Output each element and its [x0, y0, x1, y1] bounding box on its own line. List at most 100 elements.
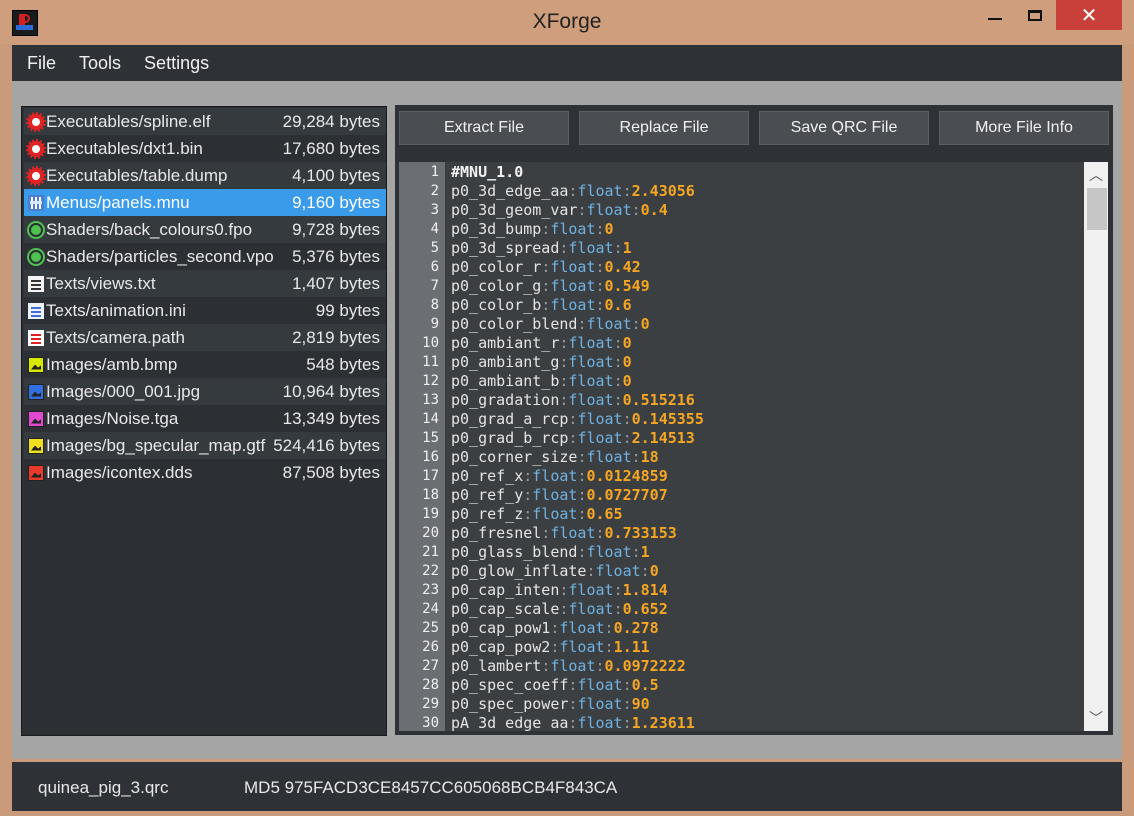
file-list-item[interactable]: Menus/panels.mnu 9,160 bytes [24, 189, 386, 216]
maximize-icon [1028, 9, 1042, 21]
status-bar: quinea_pig_3.qrc MD5 975FACD3CE8457CC605… [12, 762, 1122, 811]
line-number: 1 [430, 164, 439, 180]
scroll-up-icon[interactable]: ︿ [1084, 164, 1108, 186]
file-list-item[interactable]: Shaders/back_colours0.fpo 9,728 bytes [24, 216, 386, 243]
file-name: Texts/views.txt [46, 273, 156, 293]
file-size: 5,376 bytes [292, 246, 380, 266]
executable-icon [26, 165, 46, 186]
file-list-item[interactable]: Shaders/particles_second.vpo 5,376 bytes [24, 243, 386, 270]
file-list-item[interactable]: Images/Noise.tga 13,349 bytes [24, 405, 386, 432]
vertical-scrollbar[interactable]: ︿ ﹀ [1084, 162, 1108, 731]
executable-icon [26, 111, 46, 132]
maximize-button[interactable] [1018, 0, 1052, 30]
code-line: p0_cap_pow2:float:1.11 [451, 638, 650, 656]
file-list-item[interactable]: Executables/spline.elf 29,284 bytes [24, 108, 386, 135]
line-number: 10 [422, 335, 439, 351]
scrollbar-thumb[interactable] [1087, 188, 1107, 230]
file-size: 4,100 bytes [292, 165, 380, 185]
file-name: Images/amb.bmp [46, 354, 178, 374]
line-number: 18 [422, 487, 439, 503]
shader-icon [31, 251, 41, 262]
line-number: 15 [422, 430, 439, 446]
file-list-item[interactable]: Images/amb.bmp 548 bytes [24, 351, 386, 378]
code-line: p0_glass_blend:float:1 [451, 543, 650, 561]
code-line: p0_color_b:float:0.6 [451, 296, 632, 314]
more-file-info-button[interactable]: More File Info [939, 111, 1109, 145]
code-line: p0_3d_spread:float:1 [451, 239, 632, 257]
file-size: 2,819 bytes [292, 327, 380, 347]
code-line: p0_spec_power:float:90 [451, 695, 650, 713]
scroll-down-icon[interactable]: ﹀ [1084, 707, 1108, 729]
file-list-item[interactable]: Texts/animation.ini 99 bytes [24, 297, 386, 324]
code-line: p0_cap_pow1:float:0.278 [451, 619, 659, 637]
file-list-item[interactable]: Texts/camera.path 2,819 bytes [24, 324, 386, 351]
file-name: Shaders/particles_second.vpo [46, 246, 274, 266]
image-icon [28, 356, 44, 373]
file-list-item[interactable]: Images/bg_specular_map.gtf 524,416 bytes [24, 432, 386, 459]
image-icon [28, 464, 44, 481]
minimize-icon [988, 18, 1002, 20]
code-line: p0_glow_inflate:float:0 [451, 562, 659, 580]
image-icon [28, 383, 44, 400]
line-number: 17 [422, 468, 439, 484]
executable-icon [26, 138, 46, 159]
menu-settings[interactable]: Settings [144, 53, 209, 74]
line-number: 16 [422, 449, 439, 465]
line-number: 14 [422, 411, 439, 427]
file-list-item[interactable]: Images/icontex.dds 87,508 bytes [24, 459, 386, 486]
line-number: 7 [430, 278, 439, 294]
code-line: p0_ref_x:float:0.0124859 [451, 467, 668, 485]
code-line: p0_lambert:float:0.0972222 [451, 657, 686, 675]
code-line: p0_grad_b_rcp:float:2.14513 [451, 429, 695, 447]
file-size: 87,508 bytes [282, 462, 380, 482]
window-title: XForge [532, 10, 602, 33]
line-number: 28 [422, 677, 439, 693]
file-name: Executables/spline.elf [46, 111, 211, 131]
file-list-item[interactable]: Executables/dxt1.bin 17,680 bytes [24, 135, 386, 162]
file-list-item[interactable]: Executables/table.dump 4,100 bytes [24, 162, 386, 189]
image-icon [28, 437, 44, 454]
line-number: 20 [422, 525, 439, 541]
shader-icon [31, 224, 41, 235]
menu-tools[interactable]: Tools [79, 53, 121, 74]
file-size: 13,349 bytes [282, 408, 380, 428]
line-number: 3 [430, 202, 439, 218]
file-size: 29,284 bytes [282, 111, 380, 131]
line-number: 29 [422, 696, 439, 712]
code-editor[interactable]: 1 2 3 4 5 6 7 8 9 10 11 12 13 14 15 16 17 18 19 20 21 22 23 24 2… [399, 162, 1108, 731]
extract-file-button[interactable]: Extract File [399, 111, 569, 145]
file-list[interactable]: Executables/spline.elf 29,284 bytes Execut… [21, 106, 387, 736]
replace-file-button[interactable]: Replace File [579, 111, 749, 145]
file-name: Texts/camera.path [46, 327, 185, 347]
file-size: 17,680 bytes [282, 138, 380, 158]
close-icon: ✕ [1080, 4, 1098, 27]
code-line: p0_color_blend:float:0 [451, 315, 650, 333]
close-button[interactable]: ✕ [1056, 0, 1122, 30]
path-file-icon [28, 329, 44, 346]
code-line: p0_cap_inten:float:1.814 [451, 581, 668, 599]
menu-file[interactable]: File [27, 53, 56, 74]
code-line: p0_ambiant_g:float:0 [451, 353, 632, 371]
line-number: 4 [430, 221, 439, 237]
file-list-item[interactable]: Images/000_001.jpg 10,964 bytes [24, 378, 386, 405]
code-line: p0_ambiant_r:float:0 [451, 334, 632, 352]
menu-file-icon [28, 194, 44, 211]
line-number: 9 [430, 316, 439, 332]
file-name: Menus/panels.mnu [46, 192, 190, 212]
file-name: Images/bg_specular_map.gtf [46, 435, 266, 455]
minimize-button[interactable] [978, 0, 1012, 30]
image-icon [28, 410, 44, 427]
code-line: p0_color_g:float:0.549 [451, 277, 650, 295]
file-list-item[interactable]: Texts/views.txt 1,407 bytes [24, 270, 386, 297]
code-line: p0_gradation:float:0.515216 [451, 391, 695, 409]
save-qrc-file-button[interactable]: Save QRC File [759, 111, 929, 145]
line-number: 13 [422, 392, 439, 408]
file-name: Images/000_001.jpg [46, 381, 201, 401]
line-number: 30 [422, 715, 439, 731]
status-md5: MD5 975FACD3CE8457CC605068BCB4F843CA [244, 778, 618, 797]
code-line: p0_color_r:float:0.42 [451, 258, 641, 276]
line-number: 26 [422, 639, 439, 655]
line-number: 5 [430, 240, 439, 256]
code-line: p0_3d_geom_var:float:0.4 [451, 201, 668, 219]
code-line: p0_corner_size:float:18 [451, 448, 659, 466]
